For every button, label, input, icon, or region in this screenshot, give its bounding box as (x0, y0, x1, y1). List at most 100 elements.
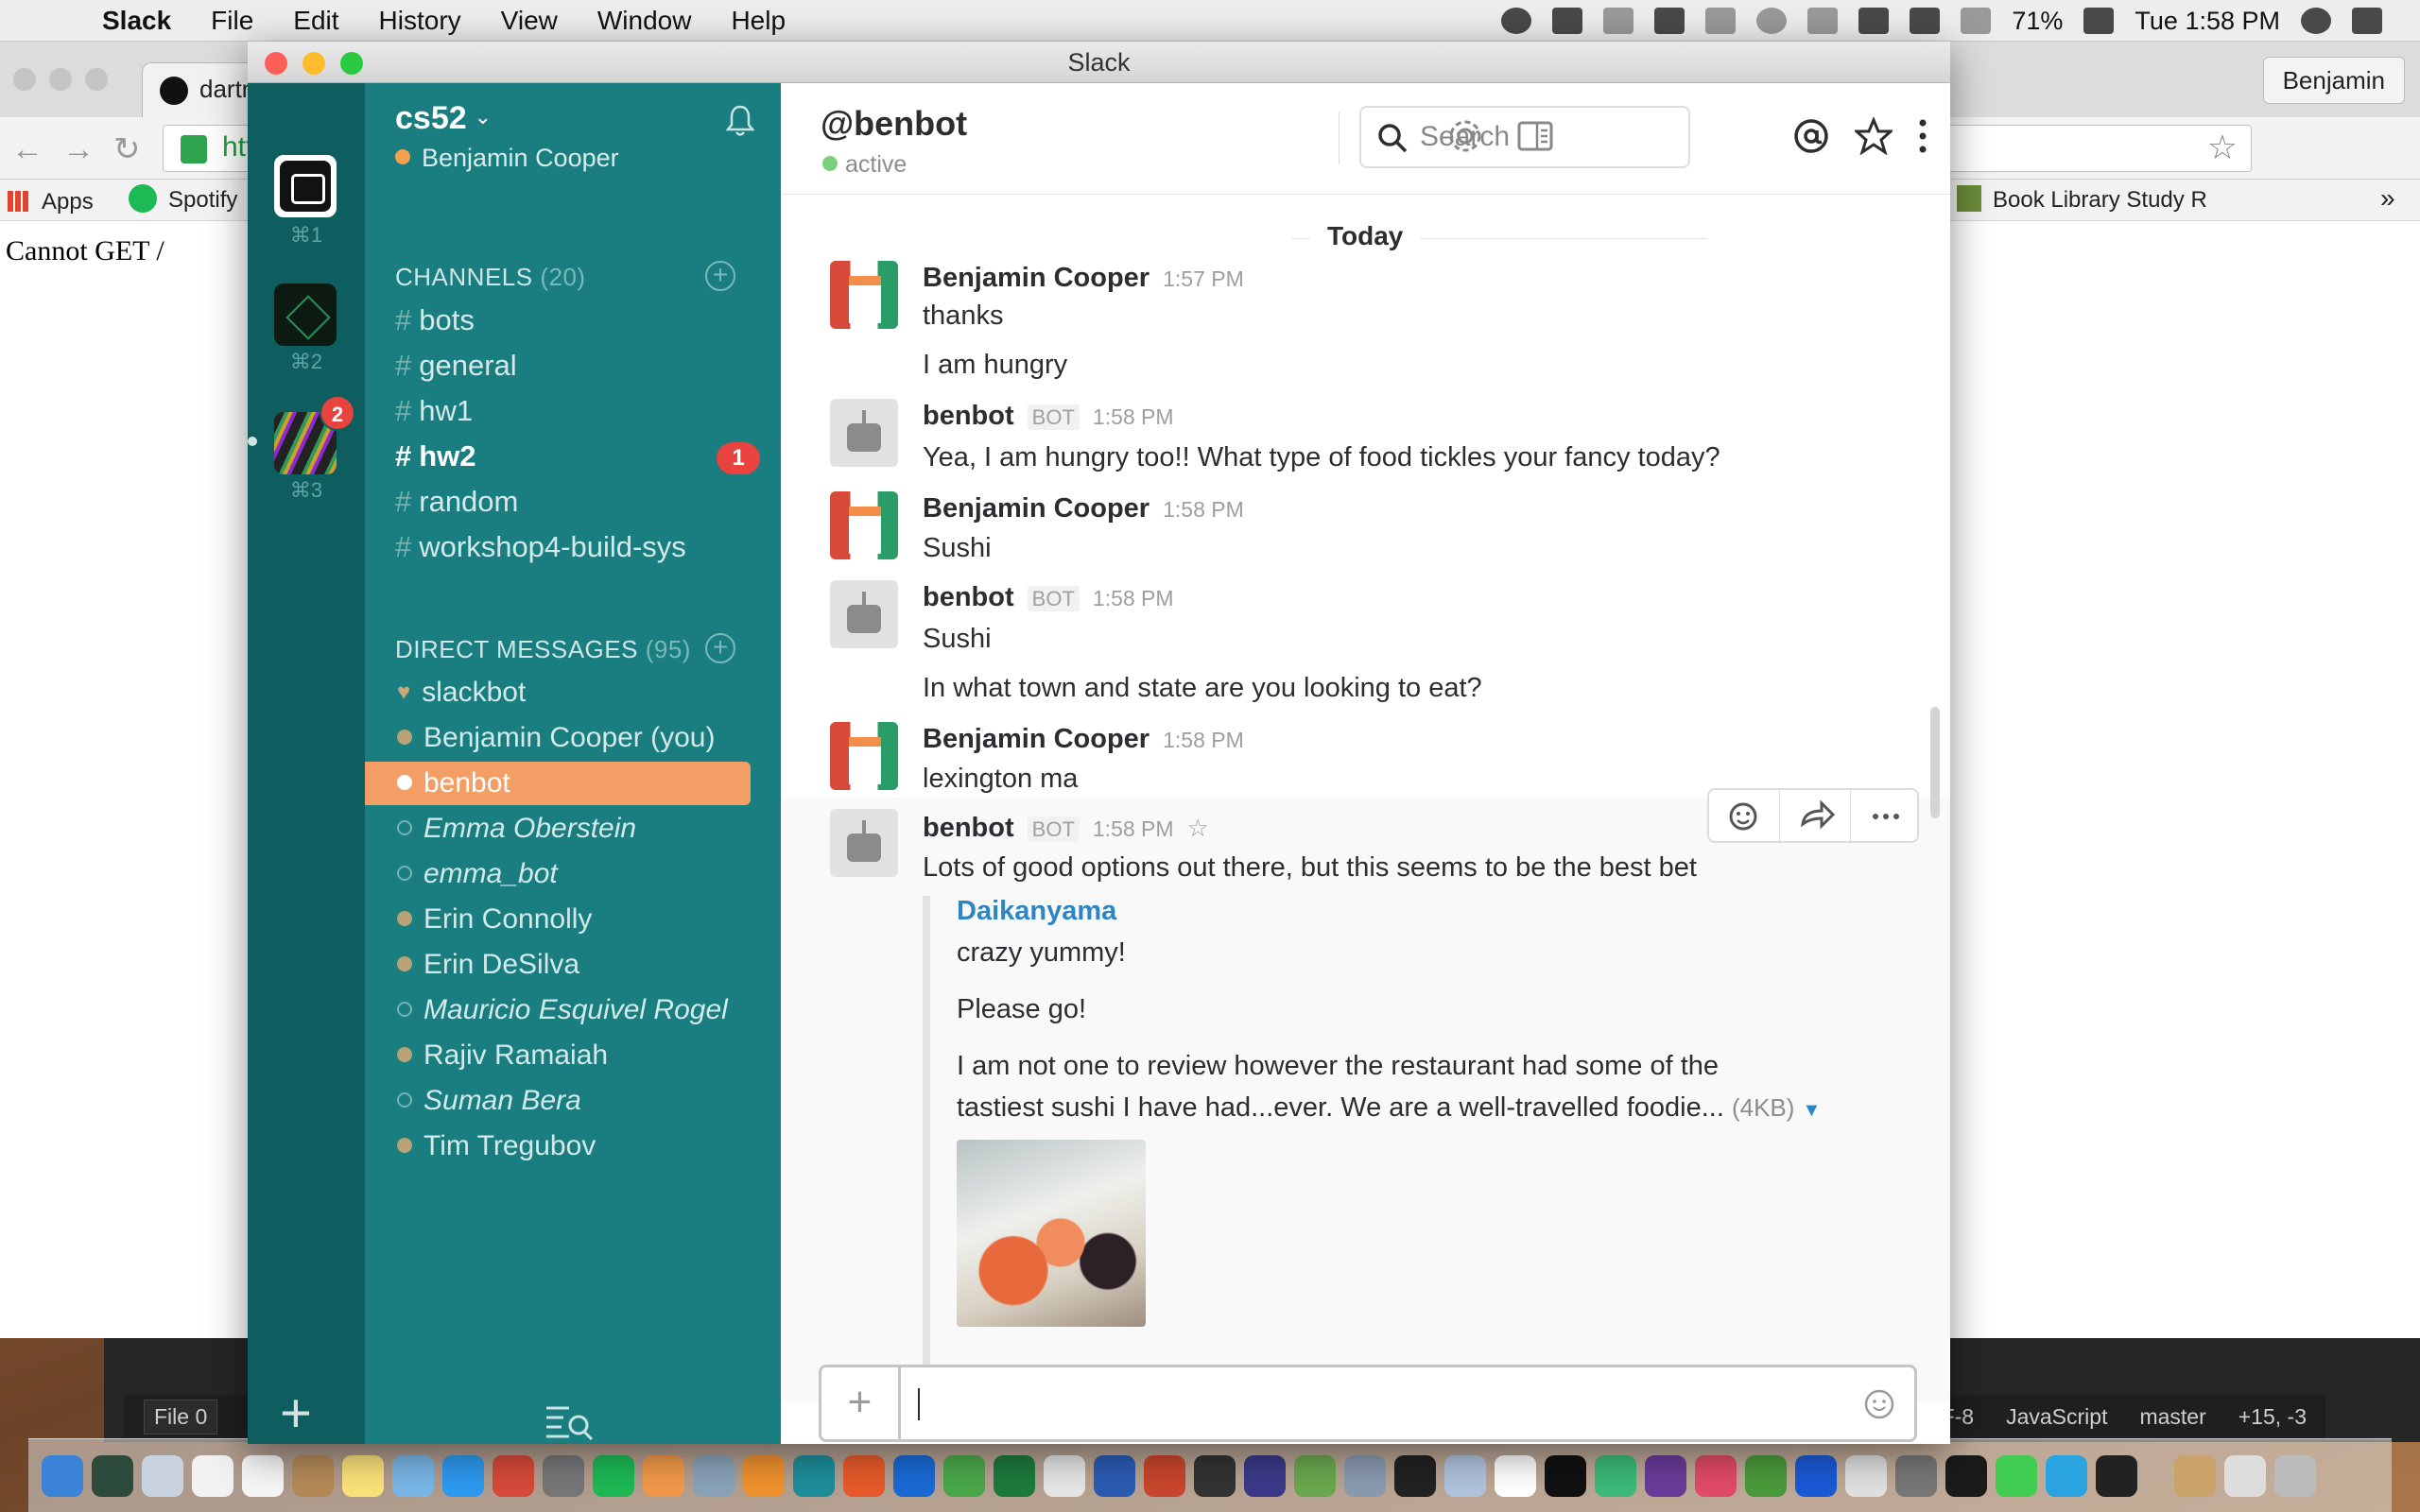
volume-icon[interactable] (1910, 8, 1941, 34)
spotify-icon[interactable] (593, 1454, 634, 1497)
menu-clock[interactable]: Tue 1:58 PM (2135, 7, 2280, 36)
message-timestamp[interactable]: 1:58 PM (1093, 816, 1174, 841)
message-timestamp[interactable]: 1:58 PM (1163, 497, 1244, 522)
notification-center-icon[interactable] (2352, 8, 2382, 34)
preview-icon[interactable] (142, 1454, 183, 1497)
finder-icon[interactable] (42, 1454, 83, 1497)
app-icon[interactable] (793, 1454, 835, 1497)
add-reaction-icon[interactable] (1709, 790, 1780, 841)
mentions-icon[interactable] (1792, 117, 1830, 155)
folder-icon[interactable] (2174, 1454, 2216, 1497)
editor-git-branch[interactable]: master (2139, 1404, 2205, 1430)
message-author[interactable]: benbot BOT 1:58 PM ☆ (923, 813, 1209, 844)
reminders-icon[interactable] (242, 1454, 284, 1497)
terminal-icon[interactable] (2096, 1454, 2137, 1497)
app-icon[interactable] (693, 1454, 735, 1497)
menu-app-name[interactable]: Slack (102, 6, 171, 36)
app-icon[interactable] (1344, 1454, 1386, 1497)
avatar[interactable] (830, 722, 898, 790)
status-app-icon[interactable] (1603, 8, 1634, 34)
star-icon[interactable] (1855, 117, 1893, 155)
drive-icon[interactable] (1552, 8, 1583, 34)
app-icon[interactable] (1444, 1454, 1486, 1497)
app-icon[interactable] (1545, 1454, 1586, 1497)
avatar[interactable] (830, 399, 898, 467)
message-timestamp[interactable]: 1:58 PM (1093, 404, 1174, 429)
bookmark-apps[interactable]: Apps (8, 189, 94, 215)
sidebar-channel-general[interactable]: # general (395, 344, 764, 387)
sidebar-dm-erin-connolly[interactable]: Erin Connolly (397, 898, 766, 941)
sidebar-channel-hw1[interactable]: # hw1 (395, 389, 764, 433)
team-menu-button[interactable]: cs52 ⌄ (395, 100, 492, 137)
avatar[interactable] (830, 261, 898, 329)
excel-icon[interactable] (994, 1454, 1035, 1497)
scrollbar[interactable] (1930, 707, 1940, 818)
atom-icon[interactable] (1595, 1454, 1636, 1497)
sidebar-dm-slackbot[interactable]: ♥ slackbot (397, 671, 766, 714)
app-icon[interactable] (1044, 1454, 1085, 1497)
more-options-icon[interactable] (1904, 117, 1942, 155)
bluetooth-icon[interactable] (1807, 8, 1839, 34)
message-timestamp[interactable]: 1:58 PM (1093, 586, 1174, 610)
expand-caret-icon[interactable]: ▼ (1802, 1100, 1821, 1121)
share-message-icon[interactable] (1780, 790, 1851, 841)
attachment-title-link[interactable]: Daikanyama (957, 896, 1116, 927)
word-icon[interactable] (1094, 1454, 1135, 1497)
menu-file[interactable]: File (211, 6, 253, 36)
unity-icon[interactable] (1394, 1454, 1436, 1497)
message-timestamp[interactable]: 1:58 PM (1163, 728, 1244, 752)
team-icon-1[interactable] (274, 155, 337, 217)
menu-help[interactable]: Help (731, 6, 786, 36)
cloud-icon[interactable] (1654, 8, 1685, 34)
app-icon[interactable] (843, 1454, 885, 1497)
android-icon[interactable] (1294, 1454, 1336, 1497)
calendar-icon[interactable] (192, 1454, 233, 1497)
sidebar-dm-erin-desilva[interactable]: Erin DeSilva (397, 943, 766, 987)
team-icon-2[interactable] (274, 284, 337, 346)
channels-header[interactable]: CHANNELS (20) (395, 263, 586, 292)
bookmarks-overflow-icon[interactable]: » (2380, 183, 2395, 214)
live-icon[interactable] (893, 1454, 935, 1497)
editor-file-indicator[interactable]: File 0 (144, 1399, 218, 1435)
time-machine-icon[interactable] (92, 1454, 133, 1497)
direct-messages-header[interactable]: DIRECT MESSAGES (95) (395, 635, 691, 664)
contacts-icon[interactable] (292, 1454, 334, 1497)
sidebar-dm-rajiv[interactable]: Rajiv Ramaiah (397, 1034, 766, 1077)
system-preferences-icon[interactable] (543, 1454, 584, 1497)
bookmark-book-library[interactable]: Book Library Study R (1957, 185, 2207, 214)
app-icon[interactable] (1695, 1454, 1737, 1497)
bookmark-spotify[interactable]: Spotify (129, 184, 237, 214)
browser-nav-icons[interactable]: ←→↻ (11, 130, 160, 168)
minimize-window-button[interactable] (49, 68, 72, 91)
chrome-icon[interactable] (493, 1454, 534, 1497)
search-input[interactable]: Search (1359, 106, 1690, 168)
battery-percent[interactable]: 71% (2012, 7, 2063, 36)
photos-icon[interactable] (392, 1454, 434, 1497)
sidebar-channel-random[interactable]: # random (395, 480, 764, 524)
sidebar-channel-workshop4[interactable]: # workshop4-build-sys (395, 525, 764, 569)
message-author[interactable]: Benjamin Cooper 1:58 PM (923, 493, 1244, 524)
wifi-icon[interactable] (1858, 8, 1890, 34)
notifications-bell-icon[interactable] (726, 104, 754, 138)
avatar[interactable] (830, 491, 898, 559)
notes-icon[interactable] (342, 1454, 384, 1497)
bookmark-star-icon[interactable]: ☆ (2207, 128, 2238, 167)
app-icon[interactable] (1745, 1454, 1787, 1497)
sublime-icon[interactable] (643, 1454, 684, 1497)
battery-icon[interactable] (2083, 8, 2115, 34)
emoji-picker-icon[interactable] (1863, 1388, 1895, 1420)
spotlight-search-icon[interactable] (2301, 8, 2331, 34)
sidebar-channel-hw2[interactable]: # hw2 1 (395, 435, 764, 478)
star-message-icon[interactable]: ☆ (1187, 814, 1209, 842)
attachment-image-thumbnail[interactable] (957, 1140, 1146, 1327)
pycharm-icon[interactable] (1945, 1454, 1987, 1497)
zoom-window-button[interactable] (340, 52, 363, 75)
message-author[interactable]: Benjamin Cooper 1:58 PM (923, 724, 1244, 755)
sidebar-channel-bots[interactable]: # bots (395, 299, 764, 342)
current-user[interactable]: Benjamin Cooper (395, 144, 619, 173)
app-icon[interactable] (1244, 1454, 1286, 1497)
airplay-icon[interactable] (1705, 8, 1737, 34)
messages-icon[interactable] (442, 1454, 484, 1497)
trash-icon[interactable] (2274, 1454, 2316, 1497)
more-actions-icon[interactable] (1851, 790, 1921, 841)
